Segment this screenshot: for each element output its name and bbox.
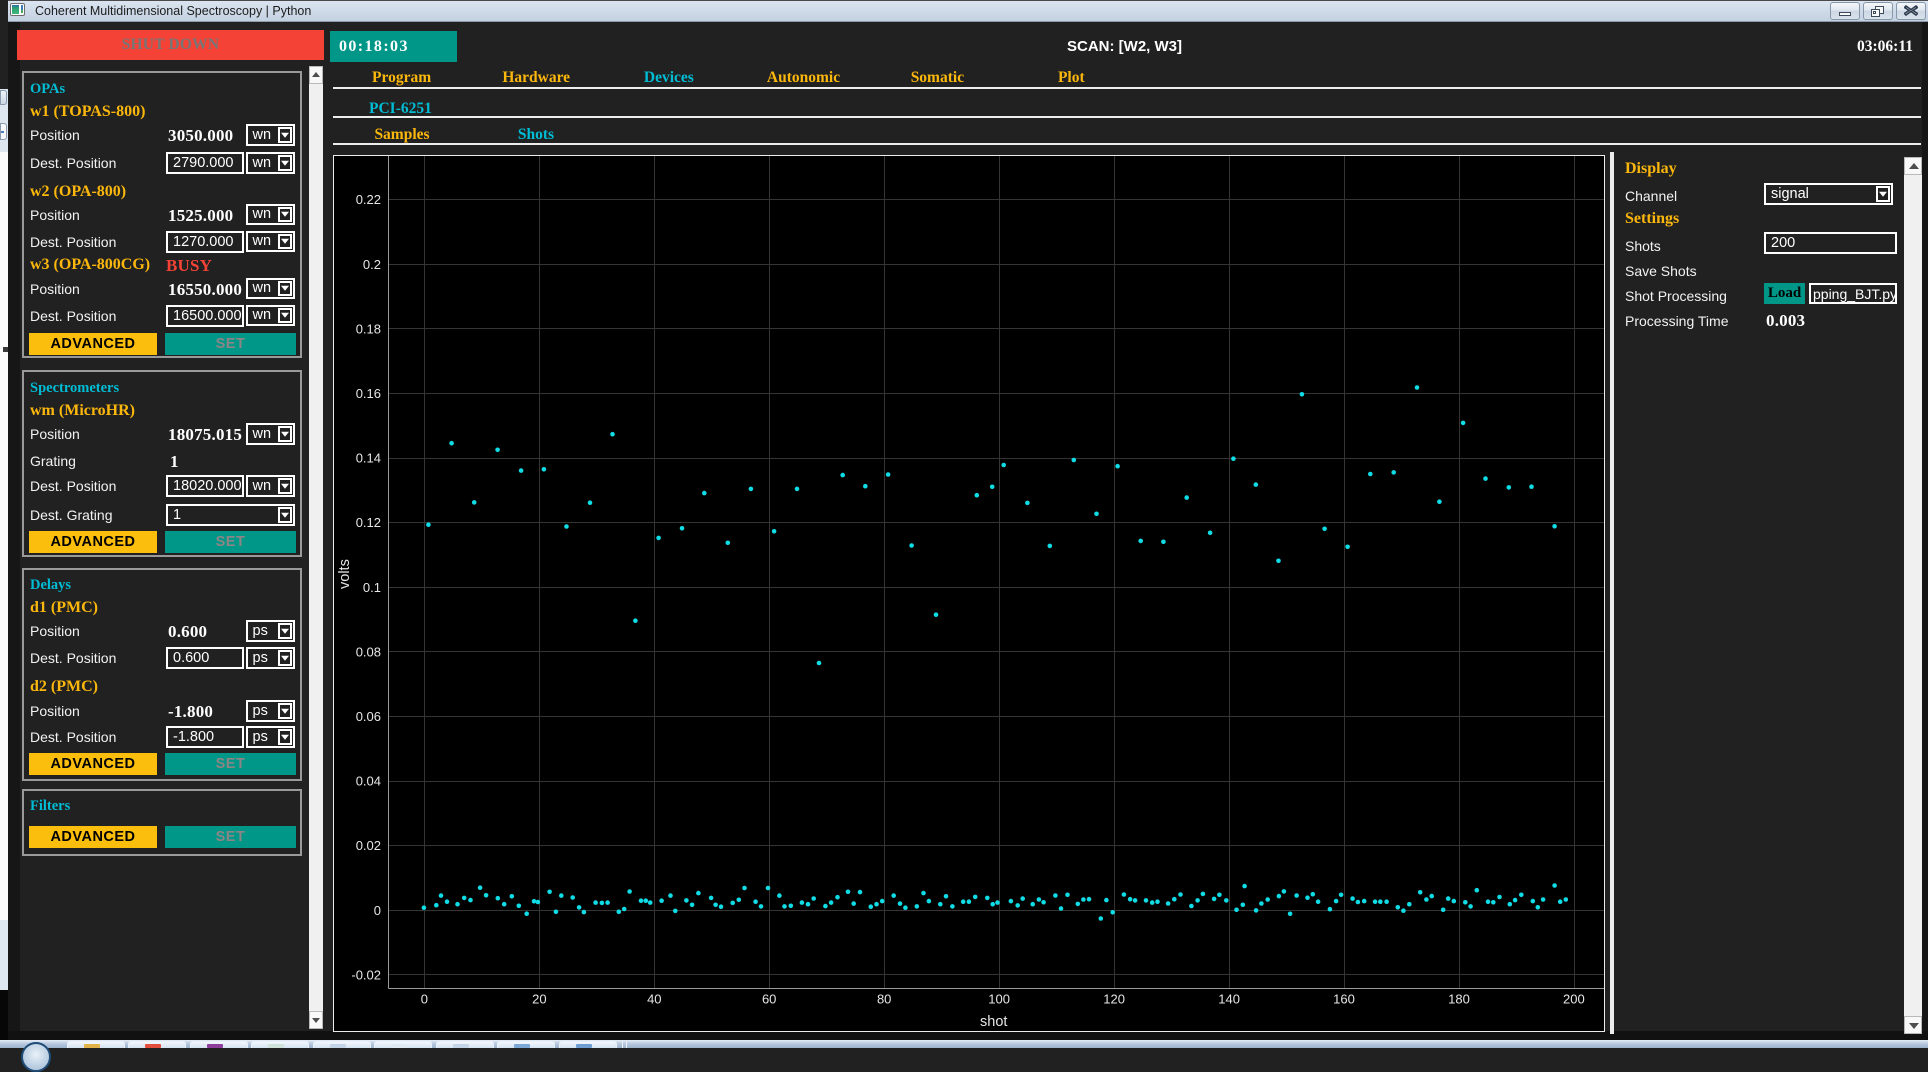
svg-text:0.18: 0.18 xyxy=(356,321,381,336)
svg-text:0: 0 xyxy=(374,903,381,918)
svg-text:0.22: 0.22 xyxy=(356,192,381,207)
svg-text:0: 0 xyxy=(421,992,428,1007)
svg-text:0.14: 0.14 xyxy=(356,451,381,466)
svg-text:0.16: 0.16 xyxy=(356,386,381,401)
svg-text:120: 120 xyxy=(1103,992,1125,1007)
svg-text:0.2: 0.2 xyxy=(363,257,381,272)
svg-text:0.04: 0.04 xyxy=(356,774,381,789)
svg-text:20: 20 xyxy=(532,992,546,1007)
svg-text:60: 60 xyxy=(762,992,776,1007)
svg-text:0.12: 0.12 xyxy=(356,515,381,530)
svg-text:0.02: 0.02 xyxy=(356,838,381,853)
svg-text:40: 40 xyxy=(647,992,661,1007)
svg-text:0.1: 0.1 xyxy=(363,580,381,595)
svg-text:200: 200 xyxy=(1563,992,1585,1007)
svg-text:0.08: 0.08 xyxy=(356,644,381,659)
svg-text:180: 180 xyxy=(1448,992,1470,1007)
svg-text:-0.02: -0.02 xyxy=(351,967,381,982)
svg-text:160: 160 xyxy=(1333,992,1355,1007)
svg-text:80: 80 xyxy=(877,992,891,1007)
svg-text:0.06: 0.06 xyxy=(356,709,381,724)
svg-text:100: 100 xyxy=(988,992,1010,1007)
svg-text:140: 140 xyxy=(1218,992,1240,1007)
